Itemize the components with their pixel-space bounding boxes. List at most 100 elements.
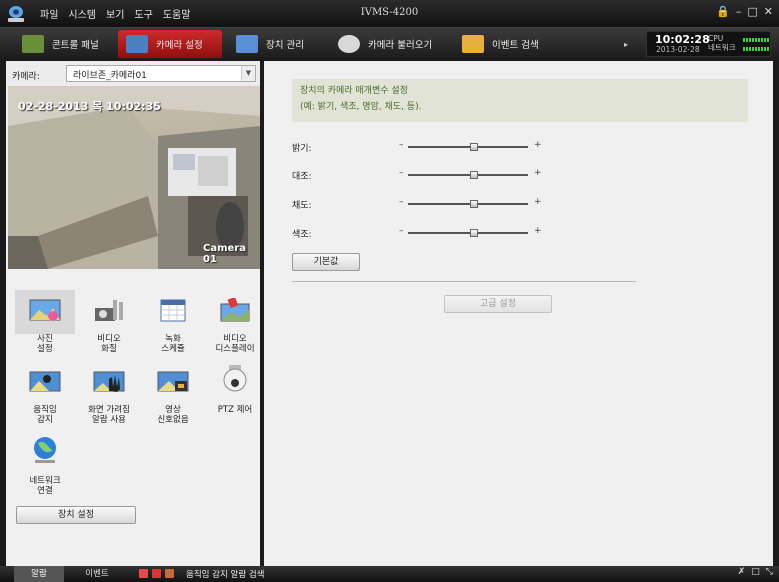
menu-item-network-connection[interactable]: 네트워크 연결 — [14, 432, 76, 496]
camera-selected-value: 라이브존_카메라01 — [73, 71, 147, 81]
tab-label: 이벤트 검색 — [492, 40, 539, 51]
contrast-decrease-button[interactable]: – — [399, 168, 404, 178]
slider-thumb[interactable] — [470, 229, 478, 237]
description-line: (예: 밝기, 색조, 명암, 채도, 등). — [300, 102, 422, 112]
menu-item-label: 연결 — [37, 486, 53, 496]
minimize-button[interactable]: – — [736, 5, 742, 18]
saturation-slider-row: 채도: – + — [292, 197, 552, 211]
menu-item-label: 설정 — [37, 344, 53, 354]
tab-control-panel[interactable]: 콘트롤 패널 — [14, 30, 110, 58]
brightness-slider[interactable] — [408, 143, 528, 151]
video-display-icon-box — [205, 290, 265, 334]
menu-item-label: PTZ 제어 — [217, 405, 253, 415]
control-panel-icon — [22, 35, 44, 53]
camera-import-icon — [338, 35, 360, 53]
left-panel: 카메라: 라이브존_카메라01 ▼ 02-28-2013 목 10:02:35 … — [6, 61, 260, 566]
menu-item-tamper-alarm[interactable]: 화면 가려짐 알람 사용 — [78, 361, 140, 425]
ptz-control-icon — [223, 365, 247, 392]
clear-icon[interactable]: ✗ — [738, 567, 746, 577]
usage-labels: CPU 네트워크 — [708, 34, 736, 52]
menu-item-label: 비디오 — [97, 334, 121, 344]
slider-thumb[interactable] — [470, 200, 478, 208]
menu-item-motion-detection[interactable]: 움직임 감지 — [14, 361, 76, 425]
menu-item-video-loss[interactable]: 영상 신호없음 — [142, 361, 204, 425]
menu-item-label: 스케쥴 — [161, 344, 185, 354]
hue-slider-row: 색조: – + — [292, 226, 552, 240]
settings-description: 장치의 카메라 매개변수 설정 (예: 밝기, 색조, 명암, 채도, 등). — [292, 79, 748, 122]
status-controls: ✗ □ ⤡ — [738, 567, 773, 577]
chevron-down-icon[interactable]: ▼ — [241, 66, 255, 81]
clock-date: 2013-02-28 — [656, 45, 700, 54]
tab-label: 콘트롤 패널 — [52, 40, 99, 51]
network-label: 네트워크 — [708, 43, 736, 52]
saturation-label: 채도: — [292, 201, 312, 211]
slider-thumb[interactable] — [470, 143, 478, 151]
menu-item-label: 사진 — [37, 334, 53, 344]
camera-selector-row: 카메라: 라이브존_카메라01 ▼ — [6, 61, 260, 86]
app-title: IVMS-4200 — [360, 7, 419, 18]
hue-decrease-button[interactable]: – — [399, 226, 404, 236]
menu-item-label: 감지 — [37, 415, 53, 425]
video-quality-icon — [95, 300, 123, 321]
advanced-settings-button[interactable]: 고급 설정 — [444, 295, 552, 313]
tab-alarm[interactable]: 알람 — [14, 566, 64, 582]
device-settings-button[interactable]: 장치 설정 — [16, 506, 136, 524]
menu-item-label: 네트워크 — [29, 476, 61, 486]
toolbar-expand-icon[interactable]: ▸ — [624, 40, 628, 49]
video-osd-datetime: 02-28-2013 목 10:02:35 — [18, 100, 161, 113]
main-toolbar: 콘트롤 패널 카메라 설정 장치 관리 카메라 불러오기 이벤트 검색 ▸ 10… — [0, 27, 779, 59]
camera-settings-icon — [126, 35, 148, 53]
alarm-icon[interactable] — [139, 569, 148, 578]
event-search-icon — [462, 35, 484, 53]
saturation-increase-button[interactable]: + — [534, 197, 542, 207]
menu-item-label: 움직임 — [33, 405, 57, 415]
window-controls: 🔒 – □ ✕ — [716, 5, 773, 18]
contrast-slider[interactable] — [408, 171, 528, 179]
cpu-label: CPU — [708, 34, 724, 43]
contrast-slider-row: 대조: – + — [292, 168, 552, 182]
alert-icon[interactable] — [152, 569, 161, 578]
camera-select[interactable]: 라이브존_카메라01 ▼ — [66, 65, 256, 82]
maximize-button[interactable]: □ — [747, 5, 757, 18]
restore-icon[interactable]: □ — [751, 567, 760, 577]
sound-icon[interactable] — [165, 569, 174, 578]
default-button[interactable]: 기본값 — [292, 253, 360, 271]
menu-item-video-quality[interactable]: 비디오 화질 — [78, 290, 140, 354]
menu-item-ptz-control[interactable]: PTZ 제어 — [204, 361, 266, 415]
network-connection-icon — [34, 437, 56, 463]
live-video-preview[interactable]: 02-28-2013 목 10:02:35 Camera 01 — [8, 86, 260, 269]
hue-increase-button[interactable]: + — [534, 226, 542, 236]
saturation-slider[interactable] — [408, 200, 528, 208]
contrast-increase-button[interactable]: + — [534, 168, 542, 178]
video-loss-icon-box — [143, 361, 203, 405]
video-osd-camera-name: Camera 01 — [203, 243, 246, 265]
picture-settings-icon — [29, 299, 61, 321]
menu-item-picture-settings[interactable]: 사진 설정 — [14, 290, 76, 354]
menu-item-video-display[interactable]: 비디오 디스플레이 — [204, 290, 266, 354]
tab-camera-import[interactable]: 카메라 불러오기 — [330, 30, 450, 58]
menu-item-record-schedule[interactable]: 녹화 스케쥴 — [142, 290, 204, 354]
lock-icon[interactable]: 🔒 — [716, 5, 730, 18]
brightness-decrease-button[interactable]: – — [399, 140, 404, 150]
close-button[interactable]: ✕ — [764, 5, 773, 18]
contrast-label: 대조: — [292, 172, 312, 182]
video-quality-icon-box — [79, 290, 139, 334]
record-schedule-icon — [160, 299, 186, 322]
tab-label: 카메라 불러오기 — [368, 40, 433, 51]
status-icons — [139, 569, 174, 578]
expand-icon[interactable]: ⤡ — [766, 567, 773, 577]
tab-event-search[interactable]: 이벤트 검색 — [454, 30, 564, 58]
tab-event[interactable]: 이벤트 — [72, 566, 122, 582]
motion-detection-icon — [29, 371, 61, 392]
brightness-slider-row: 밝기: – + — [292, 140, 552, 154]
status-bar: 알람 이벤트 움직임 감지 알람 검색 ✗ □ ⤡ — [0, 566, 779, 582]
menu-item-label: 화면 가려짐 — [88, 405, 130, 415]
title-bar: 파일 시스템 보기 도구 도움말 IVMS-4200 🔒 – □ ✕ — [0, 0, 779, 27]
tab-camera-settings[interactable]: 카메라 설정 — [118, 30, 222, 58]
hue-slider[interactable] — [408, 229, 528, 237]
slider-thumb[interactable] — [470, 171, 478, 179]
brightness-increase-button[interactable]: + — [534, 140, 542, 150]
saturation-decrease-button[interactable]: – — [399, 197, 404, 207]
divider — [292, 281, 636, 282]
tab-device-management[interactable]: 장치 관리 — [228, 30, 324, 58]
